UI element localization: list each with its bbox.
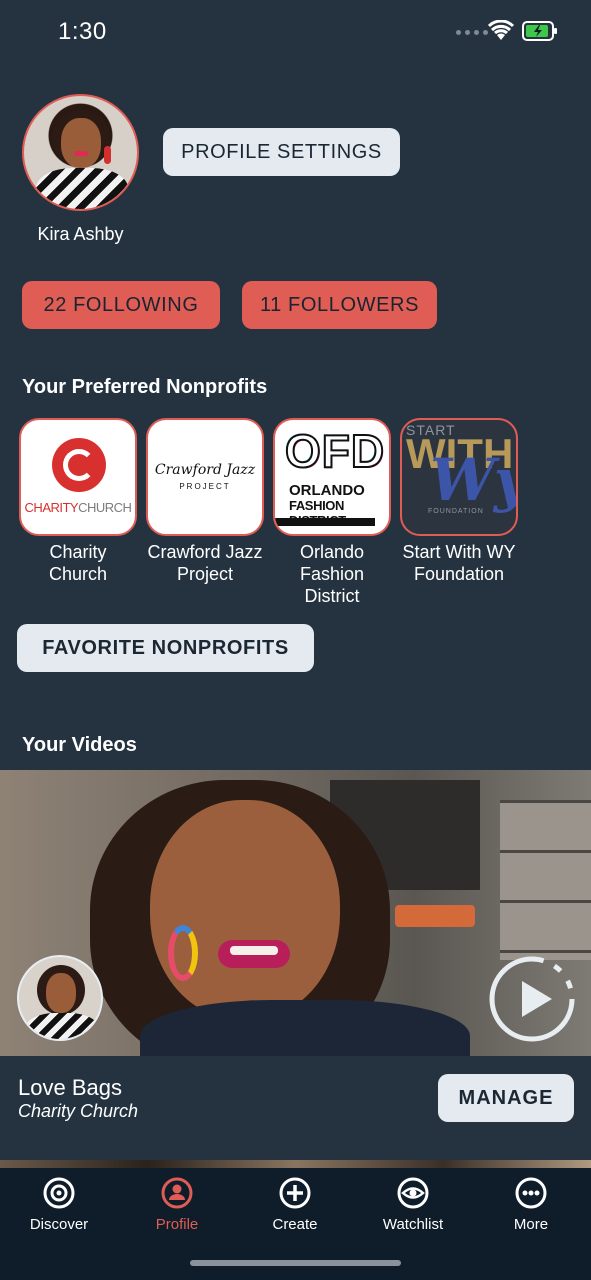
nonprofit-label: Orlando Fashion District bbox=[299, 542, 365, 606]
profile-name: Kira Ashby bbox=[37, 224, 124, 244]
play-icon[interactable] bbox=[488, 955, 576, 1043]
nonprofits-section-title: Your Preferred Nonprofits bbox=[22, 376, 268, 398]
tab-label: Discover bbox=[29, 1216, 89, 1233]
tab-label: Create bbox=[272, 1216, 318, 1233]
nonprofit-card-crawford-jazz[interactable]: Crawford Jazz PROJECT Crawford Jazz Proj… bbox=[146, 418, 264, 585]
create-icon bbox=[279, 1177, 311, 1209]
videos-section-title: Your Videos bbox=[22, 734, 137, 756]
tab-more[interactable]: More bbox=[472, 1176, 590, 1240]
nonprofit-card-orlando-fashion[interactable]: OFD ORLANDO FASHION DISTRICT Orlando Fas… bbox=[273, 418, 391, 607]
signal-icon bbox=[456, 30, 488, 35]
wifi-icon bbox=[488, 20, 514, 40]
following-button[interactable]: 22 FOLLOWING bbox=[22, 281, 220, 329]
tab-create[interactable]: Create bbox=[236, 1176, 354, 1240]
charity-church-logo: CHARITYCHURCH bbox=[19, 418, 137, 536]
video-title: Love Bags bbox=[18, 1075, 122, 1100]
video-creator-avatar[interactable] bbox=[17, 955, 103, 1041]
tab-profile[interactable]: Profile bbox=[118, 1176, 236, 1240]
crawford-jazz-logo: Crawford Jazz PROJECT bbox=[146, 418, 264, 536]
start-with-wy-logo: START WITH Wy FOUNDATION bbox=[400, 418, 518, 536]
nonprofit-label: Charity Church bbox=[48, 542, 108, 584]
tab-label: Profile bbox=[155, 1216, 199, 1233]
nonprofit-card-start-with-wy[interactable]: START WITH Wy FOUNDATION Start With WY F… bbox=[400, 418, 518, 585]
manage-video-button[interactable]: MANAGE bbox=[438, 1074, 574, 1122]
status-time: 1:30 bbox=[58, 18, 107, 45]
nonprofit-card-charity-church[interactable]: CHARITYCHURCH Charity Church bbox=[19, 418, 137, 585]
tab-discover[interactable]: Discover bbox=[0, 1176, 118, 1240]
orlando-fashion-logo: OFD ORLANDO FASHION DISTRICT bbox=[273, 418, 391, 536]
nonprofit-label: Start With WY Foundation bbox=[402, 542, 516, 584]
nonprofit-label: Crawford Jazz Project bbox=[147, 542, 263, 584]
discover-icon bbox=[43, 1177, 75, 1209]
watchlist-icon bbox=[397, 1177, 429, 1209]
tab-label: More bbox=[513, 1216, 549, 1233]
tab-watchlist[interactable]: Watchlist bbox=[354, 1176, 472, 1240]
followers-button[interactable]: 11 FOLLOWERS bbox=[242, 281, 437, 329]
profile-settings-button[interactable]: PROFILE SETTINGS bbox=[163, 128, 400, 176]
more-icon bbox=[515, 1177, 547, 1209]
profile-avatar[interactable] bbox=[22, 94, 139, 211]
favorite-nonprofits-button[interactable]: FAVORITE NONPROFITS bbox=[17, 624, 314, 672]
video-organization: Charity Church bbox=[18, 1101, 139, 1121]
home-indicator[interactable] bbox=[190, 1260, 401, 1266]
battery-icon bbox=[522, 21, 557, 41]
profile-icon bbox=[161, 1177, 193, 1209]
status-bar: 1:30 bbox=[0, 0, 591, 64]
tab-label: Watchlist bbox=[382, 1216, 444, 1233]
